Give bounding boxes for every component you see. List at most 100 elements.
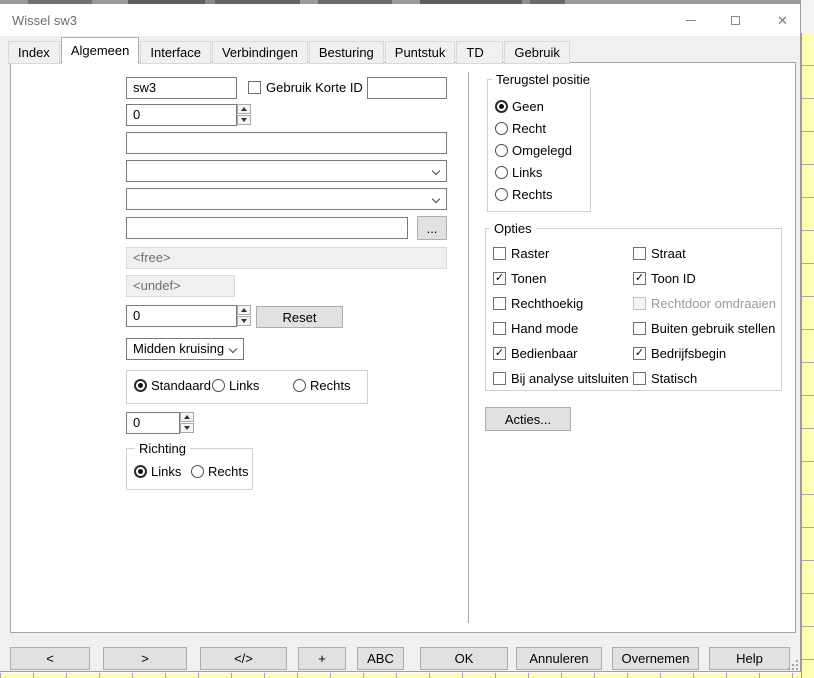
richting-radio-links[interactable]: [134, 465, 147, 478]
id-input[interactable]: sw3: [126, 77, 237, 99]
richting-radio-rechts[interactable]: [191, 465, 204, 478]
opties-checkbox-label[interactable]: Straat: [651, 246, 686, 261]
screen: Wissel sw3 ✕ Index Algemeen Interface Ve…: [0, 0, 814, 678]
blok-id-select[interactable]: [126, 188, 447, 210]
rijweg-browse-button[interactable]: ...: [417, 216, 447, 240]
opties-checkbox-tonen[interactable]: [493, 272, 506, 285]
opties-checkbox-label[interactable]: Hand mode: [511, 321, 578, 336]
opties-checkbox-label[interactable]: Bedienbaar: [511, 346, 578, 361]
spinner-up-icon[interactable]: [237, 305, 251, 315]
terugstel-group-label: Terugstel positie: [492, 72, 594, 87]
terugstel-radio-label[interactable]: Rechts: [512, 187, 552, 202]
spinner-down-icon[interactable]: [237, 316, 251, 326]
tab-gebruik[interactable]: Gebruik: [504, 41, 570, 64]
opties-group-label: Opties: [490, 221, 536, 236]
terugstel-radio-label[interactable]: Recht: [512, 121, 546, 136]
terugstel-radio-label[interactable]: Omgelegd: [512, 143, 572, 158]
opties-checkbox-label[interactable]: Buiten gebruik stellen: [651, 321, 775, 336]
subtype-radio-label[interactable]: Standaard: [151, 378, 211, 393]
opties-checkbox-label[interactable]: Rechthoekig: [511, 296, 583, 311]
ok-button[interactable]: OK: [420, 647, 508, 670]
geschakeld-input[interactable]: 0: [126, 305, 237, 327]
beschrijving-input[interactable]: [126, 132, 447, 154]
geschakeld-stepper: [237, 305, 251, 327]
section-divider: [468, 72, 469, 623]
tab-puntstuk[interactable]: Puntstuk: [385, 41, 456, 64]
title-bar[interactable]: Wissel sw3 ✕: [0, 4, 800, 36]
tab-verbindingen[interactable]: Verbindingen: [212, 41, 308, 64]
opties-checkbox-buiten-gebruik[interactable]: [633, 322, 646, 335]
opties-checkbox-straat[interactable]: [633, 247, 646, 260]
tab-index[interactable]: Index: [8, 41, 60, 64]
tab-interface[interactable]: Interface: [140, 41, 211, 64]
maximize-button[interactable]: [713, 4, 758, 36]
opties-checkbox-statisch[interactable]: [633, 372, 646, 385]
subtype-radio-label[interactable]: Rechts: [310, 378, 350, 393]
resize-grip-icon[interactable]: [788, 660, 798, 672]
opties-checkbox-rechthoekig[interactable]: [493, 297, 506, 310]
korte-id-checkbox[interactable]: [248, 81, 261, 94]
minimize-button[interactable]: [668, 4, 713, 36]
terugstel-radio-geen[interactable]: [495, 100, 508, 113]
type-select[interactable]: Midden kruising: [126, 338, 244, 360]
opties-checkbox-label[interactable]: Tonen: [511, 271, 546, 286]
opties-checkbox-label[interactable]: Raster: [511, 246, 549, 261]
richting-group-label: Richting: [135, 441, 190, 456]
tab-algemeen[interactable]: Algemeen: [61, 37, 140, 64]
richting-radio-label[interactable]: Links: [151, 464, 181, 479]
terugstel-radio-recht[interactable]: [495, 122, 508, 135]
rijweg-input[interactable]: [126, 217, 408, 239]
overnemen-button[interactable]: Overnemen: [612, 647, 699, 670]
code-button[interactable]: </>: [200, 647, 287, 670]
opties-checkbox-label[interactable]: Bij analyse uitsluiten: [511, 371, 629, 386]
window-title: Wissel sw3: [12, 13, 77, 28]
add-button[interactable]: +: [298, 647, 346, 670]
opties-checkbox-bij-analyse[interactable]: [493, 372, 506, 385]
opties-checkbox-raster[interactable]: [493, 247, 506, 260]
opties-checkbox-label[interactable]: Statisch: [651, 371, 697, 386]
nummer-stepper: [237, 104, 251, 126]
minimize-icon: [686, 20, 696, 21]
opties-checkbox-hand-mode[interactable]: [493, 322, 506, 335]
tab-td[interactable]: TD: [456, 41, 503, 64]
terugstel-radio-omgelegd[interactable]: [495, 144, 508, 157]
subtype-radio-links[interactable]: [212, 379, 225, 392]
opties-checkbox-bedrijfsbegin[interactable]: [633, 347, 646, 360]
close-icon: ✕: [777, 14, 788, 27]
nummer-input[interactable]: 0: [126, 104, 237, 126]
spinner-down-icon[interactable]: [237, 115, 251, 125]
annuleren-button[interactable]: Annuleren: [516, 647, 602, 670]
tab-besturing[interactable]: Besturing: [309, 41, 384, 64]
reset-button[interactable]: Reset: [256, 306, 343, 328]
maximize-icon: [731, 16, 740, 25]
terugstel-radio-label[interactable]: Geen: [512, 99, 544, 114]
terugstel-radio-rechts[interactable]: [495, 188, 508, 201]
tab-bar: Index Algemeen Interface Verbindingen Be…: [8, 38, 571, 64]
korte-id-input[interactable]: [367, 77, 447, 99]
spinner-up-icon[interactable]: [180, 412, 194, 422]
terugstel-radio-links[interactable]: [495, 166, 508, 179]
spinner-up-icon[interactable]: [237, 104, 251, 114]
prev-button[interactable]: <: [10, 647, 90, 670]
opties-checkbox-bedienbaar[interactable]: [493, 347, 506, 360]
opties-checkbox-label[interactable]: Toon ID: [651, 271, 696, 286]
opties-checkbox-rechtdoor-omdraaien: [633, 297, 646, 310]
opties-checkbox-toon-id[interactable]: [633, 272, 646, 285]
chevron-down-icon: [432, 167, 440, 175]
chevron-down-icon: [229, 345, 237, 353]
decoder-select[interactable]: [126, 160, 447, 182]
spinner-down-icon[interactable]: [180, 423, 194, 433]
next-button[interactable]: >: [103, 647, 187, 670]
subtype-radio-label[interactable]: Links: [229, 378, 259, 393]
subtype-radio-rechts[interactable]: [293, 379, 306, 392]
opties-checkbox-label[interactable]: Bedrijfsbegin: [651, 346, 726, 361]
acties-button[interactable]: Acties...: [485, 407, 571, 431]
close-button[interactable]: ✕: [760, 4, 805, 36]
help-button[interactable]: Help: [709, 647, 790, 670]
richting-radio-label[interactable]: Rechts: [208, 464, 248, 479]
subtype-radio-standaard[interactable]: [134, 379, 147, 392]
accessoire-input[interactable]: 0: [126, 412, 180, 434]
abc-button[interactable]: ABC: [357, 647, 404, 670]
opties-checkbox-label: Rechtdoor omdraaien: [651, 296, 776, 311]
terugstel-radio-label[interactable]: Links: [512, 165, 542, 180]
